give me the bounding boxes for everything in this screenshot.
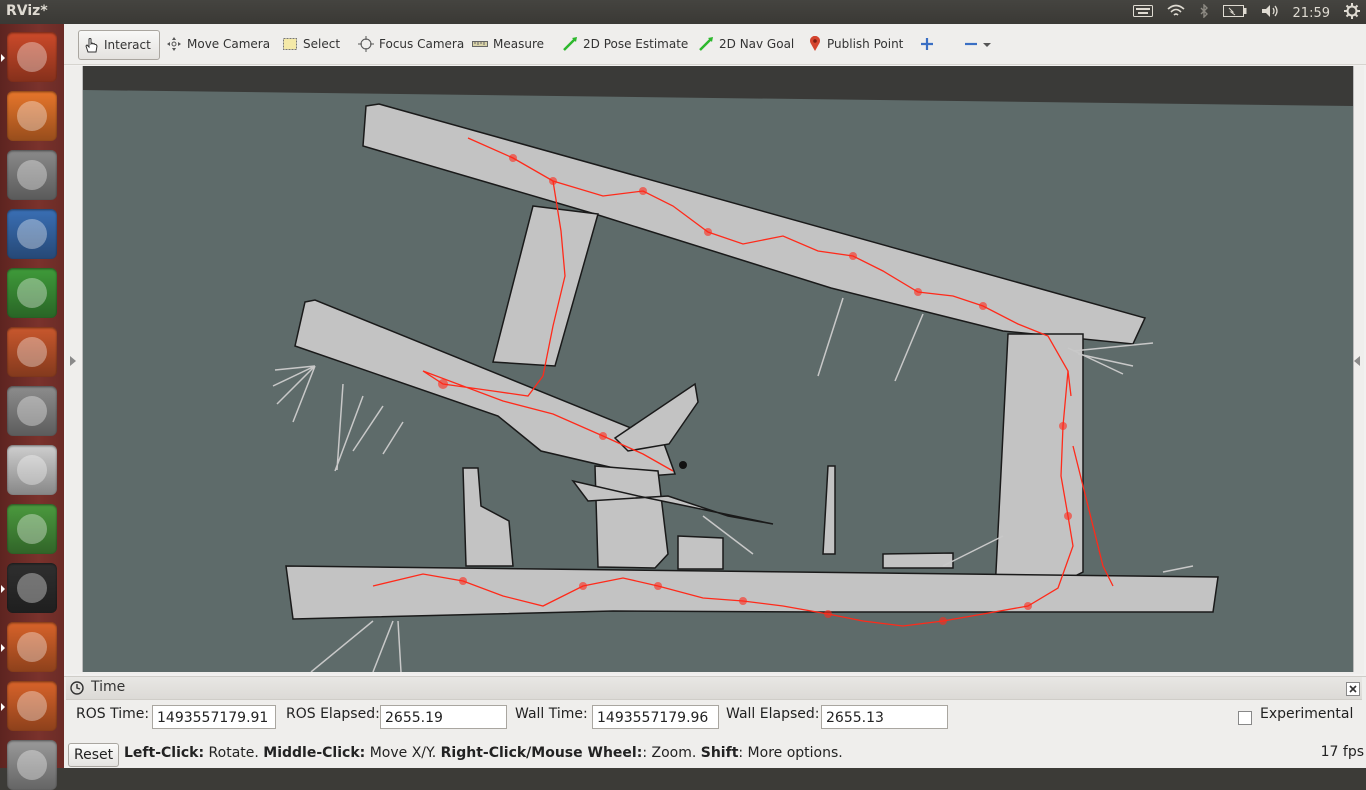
move-camera-icon <box>167 37 181 51</box>
time-panel-title: Time <box>91 679 126 695</box>
chevron-down-icon <box>983 43 991 47</box>
2d-pose-estimate-tool[interactable]: 2D Pose Estimate <box>558 30 692 58</box>
ros-time-field[interactable]: 1493557179.91 <box>152 705 276 729</box>
files-icon[interactable] <box>7 150 57 200</box>
remove-tool-button[interactable] <box>960 30 995 58</box>
focus-camera-icon <box>358 36 374 52</box>
system-tray: 21:59 <box>1132 3 1360 23</box>
pose-estimate-icon <box>563 37 577 51</box>
software-updater-icon[interactable] <box>7 504 57 554</box>
time-panel-header: Time <box>66 677 1362 700</box>
3d-render-viewport[interactable] <box>82 66 1354 672</box>
calc-icon[interactable] <box>7 268 57 318</box>
focus-camera-tool[interactable]: Focus Camera <box>354 30 468 58</box>
close-panel-icon[interactable] <box>1346 681 1360 700</box>
clock[interactable]: 21:59 <box>1293 6 1330 21</box>
rviz-icon[interactable] <box>7 740 57 790</box>
experimental-label: Experimental <box>1260 706 1354 722</box>
select-icon <box>283 38 297 50</box>
wall-elapsed-field[interactable]: 2655.13 <box>821 705 948 729</box>
select-tool[interactable]: Select <box>278 30 344 58</box>
clock-icon <box>70 681 84 695</box>
ros-elapsed-label: ROS Elapsed: <box>286 706 380 722</box>
robot-marker <box>679 461 687 469</box>
measure-icon <box>472 41 488 47</box>
plus-icon <box>921 38 933 50</box>
battery-icon[interactable] <box>1222 5 1247 21</box>
volume-icon[interactable] <box>1261 4 1279 22</box>
hand-icon <box>85 38 98 53</box>
impress-icon[interactable] <box>7 327 57 377</box>
keyboard-icon[interactable] <box>1132 5 1153 21</box>
collapse-right-arrow-icon[interactable] <box>1352 356 1362 376</box>
move-camera-tool[interactable]: Move Camera <box>162 30 274 58</box>
collapse-left-arrow-icon[interactable] <box>70 356 80 376</box>
rviz-window: Interact Move Camera Select Focus Camera… <box>64 24 1366 768</box>
ubuntu-dash-icon[interactable] <box>1 32 57 82</box>
top-panel: RViz* 21:59 <box>0 0 1366 24</box>
tool-bar: Interact Move Camera Select Focus Camera… <box>64 24 1366 65</box>
add-tool-button[interactable] <box>916 30 938 58</box>
terminal-icon[interactable] <box>1 563 57 613</box>
firefox-icon[interactable] <box>7 91 57 141</box>
publish-point-tool[interactable]: Publish Point <box>804 30 907 58</box>
render-panel-frame <box>66 66 1364 674</box>
matlab-icon-2[interactable] <box>1 681 57 731</box>
fps-counter: 17 fps <box>1320 744 1364 760</box>
occupancy-grid-map <box>83 66 1353 672</box>
writer-icon[interactable] <box>7 209 57 259</box>
nav-goal-icon <box>699 37 713 51</box>
system-settings-icon[interactable] <box>7 386 57 436</box>
wifi-icon[interactable] <box>1167 4 1185 22</box>
power-gear-icon[interactable] <box>1344 3 1360 23</box>
wall-time-field[interactable]: 1493557179.96 <box>592 705 719 729</box>
time-panel: Time ROS Time: 1493557179.91 ROS Elapsed… <box>64 676 1366 743</box>
wall-time-label: Wall Time: <box>515 706 588 722</box>
ros-time-label: ROS Time: <box>76 706 150 722</box>
ros-elapsed-field[interactable]: 2655.19 <box>380 705 507 729</box>
app-title: RViz* <box>6 3 48 19</box>
text-editor-icon[interactable] <box>7 445 57 495</box>
experimental-checkbox[interactable] <box>1238 711 1252 725</box>
help-text: Left-Click: Rotate. Middle-Click: Move X… <box>124 745 843 761</box>
interact-tool[interactable]: Interact <box>78 30 160 60</box>
reset-button[interactable]: Reset <box>68 743 120 767</box>
wall-elapsed-label: Wall Elapsed: <box>726 706 820 722</box>
bluetooth-icon[interactable] <box>1199 3 1209 22</box>
2d-nav-goal-tool[interactable]: 2D Nav Goal <box>694 30 798 58</box>
launcher <box>0 24 64 790</box>
minus-icon <box>965 42 977 46</box>
matlab-icon[interactable] <box>1 622 57 672</box>
status-bar: Reset Left-Click: Rotate. Middle-Click: … <box>64 742 1366 768</box>
measure-tool[interactable]: Measure <box>468 30 548 58</box>
publish-point-icon <box>810 36 820 51</box>
